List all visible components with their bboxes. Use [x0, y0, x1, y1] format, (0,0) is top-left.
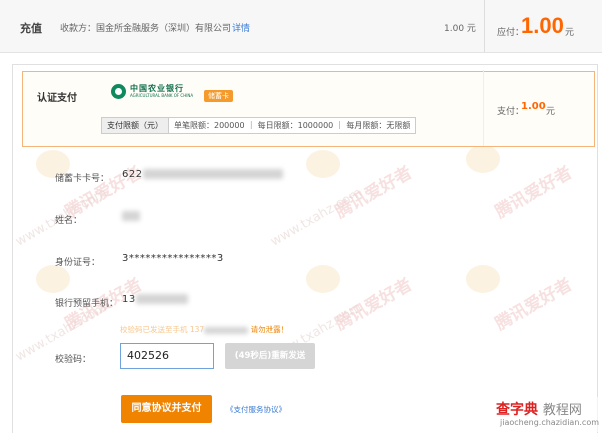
- bank-emblem-icon: [111, 84, 126, 99]
- verify-code-input[interactable]: 402526: [120, 343, 214, 369]
- order-header: 充值 收款方：国金所金融服务（深圳）有限公司 详情 1.00 元 应付： 1.0…: [0, 0, 602, 53]
- name-value: [122, 211, 140, 222]
- card-number-masked: [142, 169, 283, 179]
- payee-text: 收款方：国金所金融服务（深圳）有限公司: [60, 24, 232, 34]
- hint-warning: 请勿泄露！: [250, 325, 289, 334]
- limits-text: 单笔限额：200000 ｜ 每日限额：1000000 ｜ 每月限额：无限额: [174, 121, 411, 130]
- hint-phone: 137: [189, 325, 205, 334]
- due-amount: 1.00: [521, 13, 564, 38]
- phone-value: 13: [122, 294, 188, 305]
- order-amount: 1.00 元: [444, 24, 476, 34]
- card-type-badge: 储蓄卡: [204, 90, 233, 102]
- limits-header: 支付限额（元）: [102, 118, 169, 133]
- verify-code-label: 校验码：: [55, 355, 92, 365]
- payment-limits: 支付限额（元） 单笔限额：200000 ｜ 每日限额：1000000 ｜ 每月限…: [101, 117, 417, 134]
- agree-and-pay-button[interactable]: 同意协议并支付: [121, 395, 212, 423]
- due-unit: 元: [565, 28, 575, 38]
- site-brand: 查字典: [496, 402, 538, 418]
- bank-name-en: AGRICULTURAL BANK OF CHINA: [130, 93, 194, 98]
- payment-amount: 1.00: [521, 101, 546, 112]
- payment-unit: 元: [546, 107, 556, 117]
- payment-protocol-link[interactable]: 《支付服务协议》: [226, 404, 286, 415]
- bank-name-cn: 中国农业银行: [130, 84, 184, 93]
- header-divider: [484, 0, 485, 52]
- bank-logo: 中国农业银行 AGRICULTURAL BANK OF CHINA: [111, 84, 193, 99]
- card-number-value: 622: [122, 169, 283, 180]
- payment-label: 支付：: [497, 107, 525, 117]
- site-url: jiaocheng.chazidian.com: [500, 418, 600, 427]
- resend-code-button[interactable]: (49秒后)重新发送: [225, 343, 315, 369]
- due-label: 应付：: [497, 28, 525, 38]
- phone-prefix: 13: [122, 294, 136, 305]
- card-number-label: 储蓄卡卡号：: [55, 174, 110, 184]
- site-section: 教程网: [542, 403, 582, 418]
- name-label: 姓名：: [55, 216, 83, 226]
- detail-link[interactable]: 详情: [232, 21, 250, 34]
- payment-side-divider: [483, 70, 484, 146]
- card-number-prefix: 622: [122, 169, 143, 180]
- id-number-value: 3****************3: [122, 253, 224, 264]
- site-watermark-stamp: 查字典 教程网 jiaocheng.chazidian.com: [496, 397, 602, 432]
- phone-masked: [135, 294, 188, 304]
- phone-label: 银行预留手机：: [55, 299, 119, 309]
- name-masked: [122, 211, 140, 221]
- hint-phone-masked: [204, 326, 249, 334]
- hint-text: 校验码已发送至手机: [120, 325, 188, 334]
- code-sent-hint: 校验码已发送至手机 137 请勿泄露！: [120, 324, 288, 335]
- page-title: 充值: [20, 22, 42, 35]
- auth-payment-label: 认证支付: [37, 93, 77, 104]
- id-number-label: 身份证号：: [55, 258, 101, 268]
